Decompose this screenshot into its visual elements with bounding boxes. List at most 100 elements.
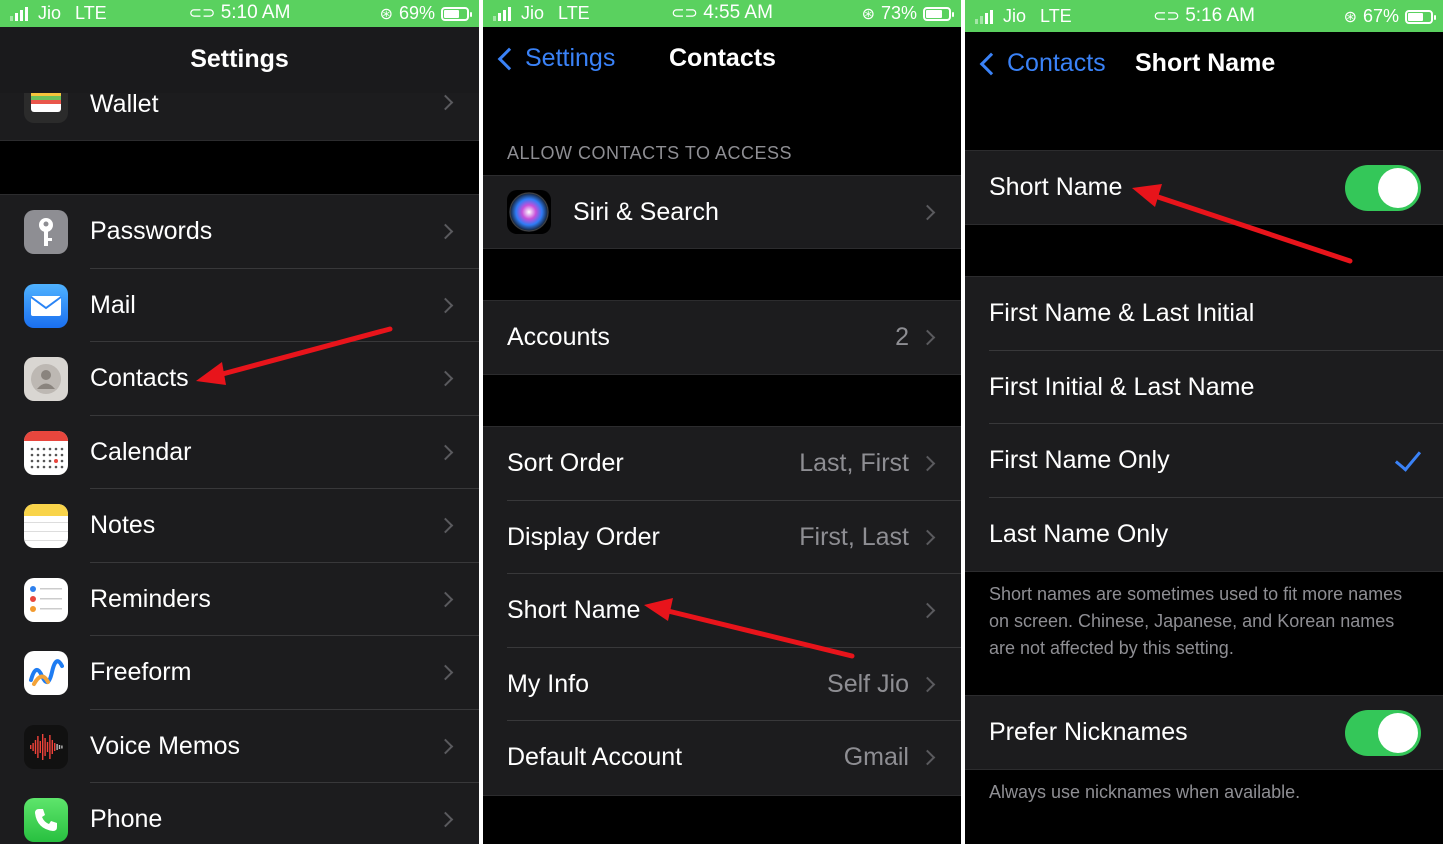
chevron-right-icon (919, 676, 936, 693)
settings-row-label: Wallet (90, 93, 159, 118)
short-name-option-label: Last Name Only (989, 519, 1169, 548)
contacts-row-sort-order[interactable]: Sort Order Last, First (483, 427, 961, 501)
freeform-icon (24, 651, 68, 695)
contacts-row-value: Gmail (843, 743, 909, 772)
settings-row-phone[interactable]: Phone (0, 783, 479, 844)
short-name-screen: Jio LTE ⊂⊃ 5:16 AM ⊛ 67% Contacts Short … (965, 0, 1443, 844)
settings-row-label: Contacts (90, 364, 189, 393)
toggle-knob (1378, 712, 1418, 753)
settings-row-wallet[interactable]: Wallet (0, 93, 479, 140)
nicknames-footer-note: Always use nicknames when available. (989, 782, 1301, 802)
calendar-icon (24, 430, 68, 475)
contacts-row-default-account[interactable]: Default Account Gmail (483, 721, 961, 795)
settings-row-label: Phone (90, 805, 163, 834)
chevron-left-icon (497, 47, 521, 70)
page-title: Settings (190, 45, 289, 73)
chevron-right-icon (437, 517, 454, 534)
settings-row-freeform[interactable]: Freeform (0, 636, 479, 710)
battery-percent: 67% (1362, 6, 1399, 26)
orientation-lock-icon: ⊛ (379, 5, 393, 23)
contacts-row-value: Last, First (799, 449, 909, 478)
nav-bar: Contacts Short Name (965, 32, 1443, 98)
short-name-option-label: First Name Only (989, 446, 1170, 475)
settings-row-calendar[interactable]: Calendar (0, 416, 479, 489)
settings-row-mail[interactable]: Mail (0, 269, 479, 342)
chevron-right-icon (437, 297, 454, 314)
chevron-right-icon (437, 370, 454, 387)
short-name-option[interactable]: First Name & Last Initial (965, 277, 1443, 351)
prefer-nicknames-label: Prefer Nicknames (989, 718, 1188, 746)
chevron-right-icon (437, 664, 454, 681)
settings-row-contacts[interactable]: Contacts (0, 342, 479, 416)
short-name-option-label: First Initial & Last Name (989, 372, 1255, 401)
battery-level (1408, 12, 1423, 21)
short-name-option[interactable]: Last Name Only (965, 498, 1443, 572)
phone-icon (24, 798, 68, 842)
contacts-icon (24, 357, 68, 401)
contacts-row-my-info[interactable]: My Info Self Jio (483, 648, 961, 721)
contacts-row-label: Default Account (507, 743, 683, 772)
contacts-row-short-name[interactable]: Short Name (483, 574, 961, 648)
chevron-right-icon (437, 223, 454, 240)
short-name-option[interactable]: First Initial & Last Name (965, 351, 1443, 424)
page-title: Short Name (1135, 49, 1276, 77)
section-header: ALLOW CONTACTS TO ACCESS (507, 143, 793, 163)
chevron-right-icon (919, 529, 936, 546)
contacts-row-value: Self Jio (827, 669, 909, 698)
back-button[interactable]: Settings (495, 44, 615, 73)
settings-row-label: Notes (90, 511, 156, 540)
short-name-toggle[interactable] (1345, 164, 1421, 211)
short-name-option-label: First Name & Last Initial (989, 299, 1255, 328)
settings-screen: Jio LTE ⊂⊃ 5:10 AM ⊛ 69% Settings Wallet… (0, 0, 479, 844)
page-title: Contacts (669, 44, 776, 72)
wallet-icon (24, 93, 68, 123)
status-time: 4:55 AM (703, 2, 773, 23)
battery-percent: 69% (398, 3, 435, 23)
chevron-right-icon (919, 329, 936, 346)
battery-icon (441, 6, 472, 21)
checkmark-icon (1394, 444, 1422, 472)
status-time: 5:16 AM (1185, 5, 1255, 26)
siri-group: Siri & Search (483, 175, 961, 249)
accounts-row[interactable]: Accounts 2 (483, 301, 961, 374)
orientation-lock-icon: ⊛ (861, 5, 875, 23)
settings-row-label: Voice Memos (90, 731, 241, 760)
chevron-right-icon (919, 455, 936, 472)
short-name-toggle-row: Short Name (965, 151, 1443, 224)
settings-row-voice-memos[interactable]: Voice Memos (0, 710, 479, 783)
back-label: Contacts (1007, 49, 1106, 77)
settings-row-notes[interactable]: Notes (0, 489, 479, 563)
key-icon (24, 210, 68, 254)
chevron-right-icon (437, 94, 454, 111)
reminders-icon (24, 577, 68, 622)
back-button[interactable]: Contacts (977, 49, 1106, 78)
status-bar: Jio LTE ⊂⊃ 5:16 AM ⊛ 67% (965, 0, 1443, 32)
contacts-row-label: Sort Order (507, 449, 624, 478)
chevron-left-icon (979, 52, 1003, 75)
settings-row-passwords[interactable]: Passwords (0, 195, 479, 269)
contacts-row-label: Display Order (507, 522, 660, 551)
siri-search-row[interactable]: Siri & Search (483, 176, 961, 248)
settings-row-label: Passwords (90, 217, 213, 246)
envelope-icon (24, 283, 68, 328)
short-name-option[interactable]: First Name Only (965, 424, 1443, 498)
settings-row-reminders[interactable]: Reminders (0, 563, 479, 636)
chevron-right-icon (437, 811, 454, 828)
battery-icon (1405, 9, 1436, 24)
status-time: 5:10 AM (220, 2, 291, 23)
toggle-knob (1378, 167, 1418, 208)
chevron-right-icon (919, 749, 936, 766)
accounts-group: Accounts 2 (483, 300, 961, 375)
chevron-right-icon (437, 444, 454, 461)
contacts-row-display-order[interactable]: Display Order First, Last (483, 501, 961, 574)
chevron-right-icon (919, 602, 936, 619)
nav-bar: Settings Contacts (483, 27, 961, 93)
prefer-nicknames-row: Prefer Nicknames (965, 696, 1443, 769)
short-name-options: First Name & Last Initial First Initial &… (965, 276, 1443, 572)
settings-row-label: Calendar (90, 437, 192, 466)
hotspot-icon: ⊂⊃ (1153, 8, 1180, 25)
orientation-lock-icon: ⊛ (1343, 8, 1357, 26)
prefer-nicknames-toggle[interactable] (1345, 709, 1421, 756)
nicknames-group: Prefer Nicknames (965, 695, 1443, 770)
settings-row-label: Freeform (90, 658, 192, 687)
